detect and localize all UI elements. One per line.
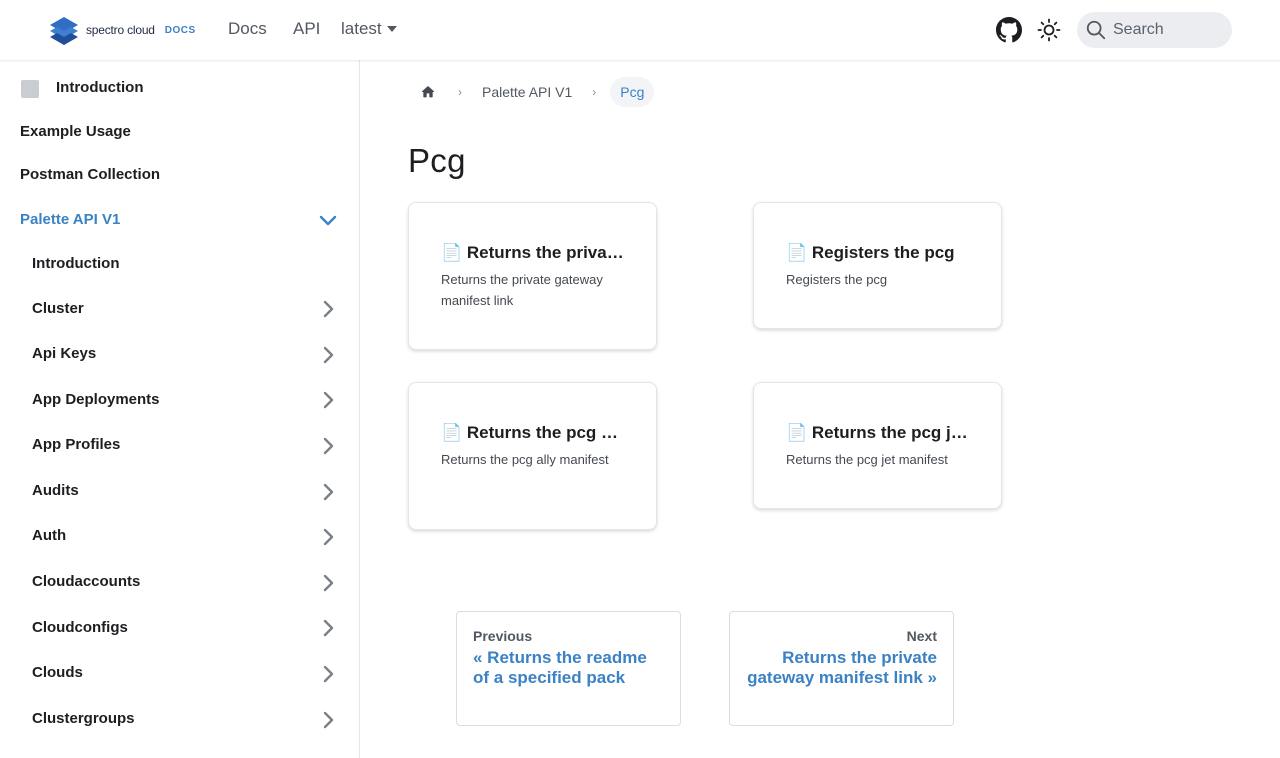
sidebar-item-postman-collection[interactable]: Postman Collection (20, 166, 160, 183)
chevron-right-icon[interactable] (318, 299, 338, 319)
page-title: Pcg (408, 142, 466, 179)
doc-card-title: 📄️ Registers the pcg (786, 243, 955, 262)
sun-theme-toggle-icon[interactable] (1037, 18, 1061, 42)
sidebar: Introduction Example Usage Postman Colle… (0, 60, 360, 758)
sidebar-item-introduction[interactable]: Introduction (56, 79, 143, 96)
logo[interactable]: spectro cloud DOCS (48, 15, 196, 45)
breadcrumb-home[interactable] (412, 76, 444, 108)
doc-card-description: Returns the pcg jet manifest (786, 452, 948, 467)
breadcrumb-separator-icon: › (458, 85, 462, 99)
doc-card-title: 📄️ Returns the pcg ally manifest (441, 423, 624, 442)
doc-card-title: 📄️ Returns the pcg jet manifest (786, 423, 969, 442)
chevron-right-icon[interactable] (318, 345, 338, 365)
spectro-cloud-logo-icon (50, 17, 78, 45)
breadcrumb-palette-api-v1[interactable]: Palette API V1 (476, 84, 578, 100)
sidebar-item-clouds[interactable]: Clouds (32, 664, 83, 681)
sidebar-item-clustergroups[interactable]: Clustergroups (32, 710, 135, 727)
doc-card-description: Returns the private gateway manifest lin… (441, 272, 603, 308)
search-box[interactable]: Search (1077, 12, 1232, 48)
introduction-page-icon (21, 80, 39, 98)
sidebar-item-cluster[interactable]: Cluster (32, 300, 84, 317)
sidebar-section-palette-api-v1[interactable]: Palette API V1 (20, 211, 120, 228)
chevron-right-icon[interactable] (318, 664, 338, 684)
chevron-right-icon[interactable] (318, 618, 338, 638)
chevron-right-icon[interactable] (318, 573, 338, 593)
chevron-right-icon[interactable] (318, 436, 338, 456)
breadcrumb-current: Pcg (610, 77, 655, 107)
doc-card-description: Returns the pcg ally manifest (441, 452, 609, 467)
chevron-right-icon[interactable] (318, 390, 338, 410)
doc-card-title: 📄️ Returns the private gateway manifest … (441, 243, 624, 262)
version-dropdown[interactable]: latest (341, 19, 398, 39)
chevron-right-icon[interactable] (318, 527, 338, 547)
sidebar-item-app-deployments[interactable]: App Deployments (32, 391, 160, 408)
sidebar-item-audits[interactable]: Audits (32, 482, 79, 499)
github-icon[interactable] (996, 17, 1022, 43)
sidebar-item-example-usage[interactable]: Example Usage (20, 123, 131, 140)
doc-card[interactable]: 📄️ Returns the private gateway manifest … (408, 202, 657, 350)
sidebar-item-app-profiles[interactable]: App Profiles (32, 436, 120, 453)
doc-card[interactable]: 📄️ Returns the pcg ally manifest Returns… (408, 382, 657, 530)
pagination-next[interactable]: Next Returns the private gateway manifes… (729, 611, 954, 726)
pagination-next-title: Returns the private gateway manifest lin… (747, 648, 937, 687)
search-placeholder: Search (1113, 21, 1164, 38)
main-content: › Palette API V1 › Pcg Pcg 📄️ Returns th… (360, 60, 1280, 758)
chevron-down-icon[interactable] (318, 210, 338, 230)
home-icon (421, 86, 435, 98)
logo-text: spectro cloud (86, 23, 155, 37)
caret-down-icon (386, 26, 397, 32)
breadcrumb: › Palette API V1 › Pcg (408, 76, 655, 108)
doc-card-description: Registers the pcg (786, 272, 888, 287)
sidebar-item-introduction-v1[interactable]: Introduction (32, 255, 119, 272)
sidebar-item-api-keys[interactable]: Api Keys (32, 345, 96, 362)
version-label: latest (341, 19, 382, 38)
doc-card[interactable]: 📄️ Registers the pcg Registers the pcg (753, 202, 1002, 329)
breadcrumb-separator-icon: › (592, 85, 597, 99)
nav-api-link[interactable]: API (293, 19, 320, 39)
logo-docs-tag: DOCS (164, 24, 196, 36)
nav-docs-link[interactable]: Docs (228, 19, 267, 39)
navbar: spectro cloud DOCS Docs API latest Searc… (0, 0, 1280, 60)
chevron-right-icon[interactable] (318, 482, 338, 502)
pagination-previous-title: « Returns the readme of a specified pack (473, 648, 647, 687)
chevron-right-icon[interactable] (318, 710, 338, 730)
doc-card[interactable]: 📄️ Returns the pcg jet manifest Returns … (753, 382, 1002, 509)
sidebar-item-cloudaccounts[interactable]: Cloudaccounts (32, 573, 140, 590)
search-icon (1086, 20, 1106, 40)
sidebar-item-cloudconfigs[interactable]: Cloudconfigs (32, 619, 128, 636)
pagination-previous-label: Previous (473, 628, 533, 644)
sidebar-item-auth[interactable]: Auth (32, 527, 66, 544)
pagination-next-label: Next (906, 628, 937, 644)
pagination-previous[interactable]: Previous « Returns the readme of a speci… (456, 611, 681, 726)
